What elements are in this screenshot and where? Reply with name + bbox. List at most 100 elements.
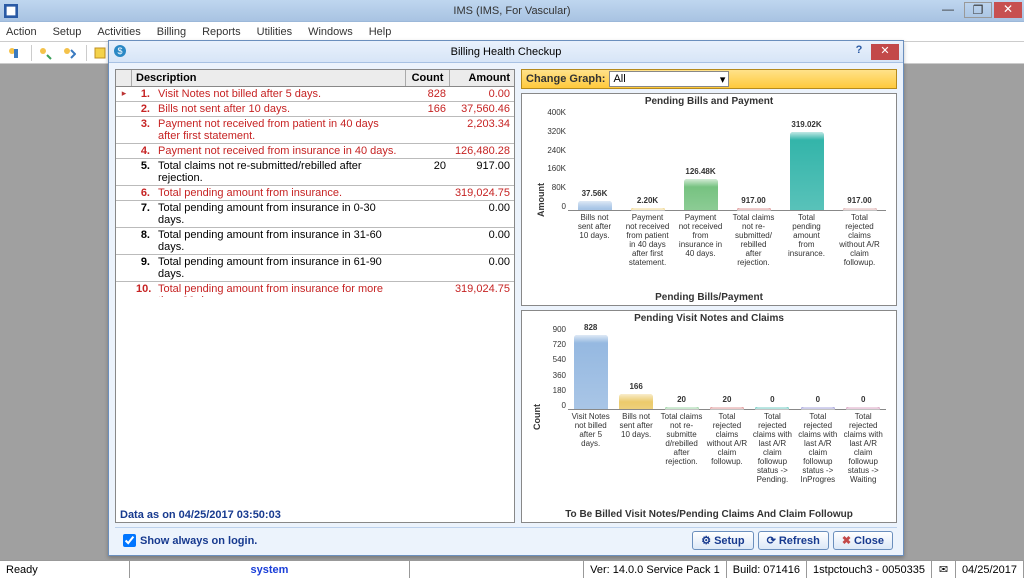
table-row[interactable]: 10.Total pending amount from insurance f… (116, 282, 514, 297)
row-desc: Total claims not re-submitted/rebilled a… (154, 159, 406, 185)
refresh-button[interactable]: ⟳ Refresh (758, 531, 829, 550)
table-row[interactable]: 5.Total claims not re-submitted/rebilled… (116, 159, 514, 186)
table-row[interactable]: 2.Bills not sent after 10 days.16637,560… (116, 102, 514, 117)
gear-icon: ⚙ (701, 534, 711, 547)
expand-icon[interactable] (116, 282, 132, 297)
table-row[interactable]: 8.Total pending amount from insurance in… (116, 228, 514, 255)
expand-icon[interactable] (116, 228, 132, 254)
restore-button[interactable]: ❐ (964, 2, 992, 18)
chart-bar[interactable]: 0 (846, 407, 880, 409)
table-row[interactable]: 7.Total pending amount from insurance in… (116, 201, 514, 228)
chart-plot: 828 166 20 20 0 0 0 (568, 329, 886, 410)
menu-setup[interactable]: Setup (53, 26, 82, 38)
close-button[interactable]: ✖ Close (833, 531, 893, 550)
chart-bar[interactable]: 0 (801, 407, 835, 409)
row-amount: 0.00 (450, 255, 514, 281)
row-desc: Total pending amount from insurance in 6… (154, 255, 406, 281)
col-desc[interactable]: Description (132, 70, 406, 86)
show-always-label: Show always on login. (140, 535, 257, 547)
expand-icon[interactable] (116, 102, 132, 116)
table-row[interactable]: 4.Payment not received from insurance in… (116, 144, 514, 159)
menu-activities[interactable]: Activities (97, 26, 140, 38)
menu-billing[interactable]: Billing (157, 26, 186, 38)
chart-category: Visit Notes not billed after 5 days. (569, 412, 613, 504)
row-index: 3. (132, 117, 154, 143)
window-close-button[interactable]: ✕ (994, 2, 1022, 18)
menu-windows[interactable]: Windows (308, 26, 353, 38)
expand-icon[interactable] (116, 255, 132, 281)
row-count (406, 201, 450, 227)
row-index: 1. (132, 87, 154, 101)
descriptions-table: Description Count Amount ▸1.Visit Notes … (115, 69, 515, 523)
row-index: 4. (132, 144, 154, 158)
change-graph-select[interactable]: All ▾ (609, 71, 729, 87)
row-index: 7. (132, 201, 154, 227)
row-index: 6. (132, 186, 154, 200)
chart-bar[interactable]: 2.20K (631, 208, 665, 210)
chart-bar[interactable]: 828 (574, 335, 608, 409)
toolbar-btn-4[interactable] (90, 44, 110, 62)
chart-bar[interactable]: 917.00 (737, 208, 771, 210)
chart-bar[interactable]: 126.48K (684, 179, 718, 210)
expand-icon[interactable] (116, 117, 132, 143)
chart-bar[interactable]: 20 (710, 407, 744, 409)
chart-category: Total rejected claims with last A/R clai… (841, 412, 885, 504)
bar-label: 0 (770, 395, 774, 404)
table-row[interactable]: 9.Total pending amount from insurance in… (116, 255, 514, 282)
dialog-help-button[interactable]: ? (851, 44, 867, 60)
row-amount: 319,024.75 (450, 282, 514, 297)
chart-plot: 37.56K 2.20K 126.48K 917.00 319.02K 917.00 (568, 112, 886, 211)
status-build: Build: 071416 (727, 561, 807, 578)
row-desc: Payment not received from insurance in 4… (154, 144, 406, 158)
chart-bar[interactable]: 917.00 (843, 208, 877, 210)
bar-label: 2.20K (637, 196, 658, 205)
refresh-icon: ⟳ (767, 534, 776, 547)
chart-bar[interactable]: 0 (755, 407, 789, 409)
chart-category: Payment not received from patient in 40 … (626, 213, 670, 287)
menu-reports[interactable]: Reports (202, 26, 241, 38)
change-graph-label: Change Graph: (526, 73, 605, 85)
table-row[interactable]: ▸1.Visit Notes not billed after 5 days.8… (116, 87, 514, 102)
chart-bar[interactable]: 319.02K (790, 132, 824, 210)
expand-icon[interactable] (116, 159, 132, 185)
chart-categories: Bills not sent after 10 days.Payment not… (568, 213, 886, 287)
minimize-button[interactable]: — (934, 2, 962, 18)
row-amount: 0.00 (450, 228, 514, 254)
expand-icon[interactable]: ▸ (116, 87, 132, 101)
expand-icon[interactable] (116, 186, 132, 200)
chart-bar[interactable]: 166 (619, 394, 653, 409)
toolbar-divider (86, 45, 87, 61)
row-count (406, 282, 450, 297)
toolbar-btn-2[interactable] (35, 44, 55, 62)
expand-icon[interactable] (116, 144, 132, 158)
bar-label: 166 (629, 382, 642, 391)
data-as-on: Data as on 04/25/2017 03:50:03 (116, 506, 514, 522)
show-always-checkbox[interactable]: Show always on login. (119, 531, 257, 550)
chart-bar[interactable]: 20 (665, 407, 699, 409)
chart-bar[interactable]: 37.56K (578, 201, 612, 210)
menu-utilities[interactable]: Utilities (257, 26, 292, 38)
status-ready: Ready (0, 561, 130, 578)
row-index: 10. (132, 282, 154, 297)
table-row[interactable]: 3.Payment not received from patient in 4… (116, 117, 514, 144)
status-date: 04/25/2017 (956, 561, 1024, 578)
col-amount[interactable]: Amount (450, 70, 514, 86)
row-amount: 319,024.75 (450, 186, 514, 200)
dialog-footer: Show always on login. ⚙ Setup ⟳ Refresh … (115, 527, 897, 551)
dialog-close-button[interactable]: ✕ (871, 44, 899, 60)
menu-action[interactable]: Action (6, 26, 37, 38)
setup-button[interactable]: ⚙ Setup (692, 531, 753, 550)
status-mail-icon[interactable]: ✉ (932, 561, 956, 578)
show-always-input[interactable] (123, 534, 136, 547)
table-row[interactable]: 6.Total pending amount from insurance.31… (116, 186, 514, 201)
toolbar-btn-3[interactable] (59, 44, 79, 62)
bar-label: 0 (861, 395, 865, 404)
table-header: Description Count Amount (116, 70, 514, 87)
chart-category: Total claims not re-submitte d/rebilled … (660, 412, 704, 504)
app-icon (4, 4, 18, 18)
col-count[interactable]: Count (406, 70, 450, 86)
menu-help[interactable]: Help (369, 26, 392, 38)
toolbar-btn-1[interactable] (4, 44, 24, 62)
app-title: IMS (IMS, For Vascular) (453, 5, 570, 17)
expand-icon[interactable] (116, 201, 132, 227)
